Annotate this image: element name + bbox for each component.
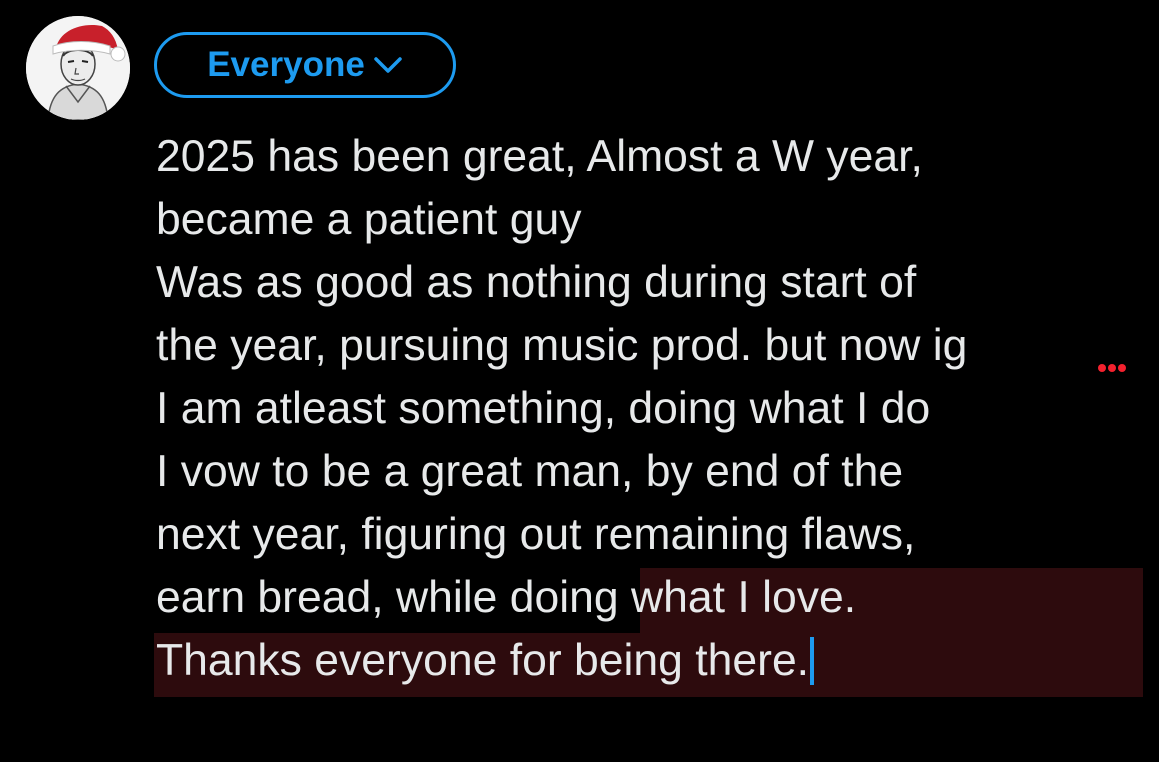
composer-line: I am atleast something, doing what I do [156,384,931,433]
spellcheck-marker[interactable] [1098,364,1126,372]
composer-line: Was as good as nothing during start of [156,258,917,307]
composer-line: Thanks everyone for being there. [156,636,810,685]
user-avatar[interactable] [26,16,130,120]
chevron-down-icon [374,57,402,73]
santa-hat-sketch-avatar-icon [26,16,130,120]
composer-line: next year, figuring out remaining flaws, [156,510,916,559]
composer-line: earn bread, while doing what I love. [156,573,857,622]
spellcheck-dot [1118,364,1126,372]
spellcheck-dot [1108,364,1116,372]
composer-line: I vow to be a great man, by end of the [156,447,904,496]
composer-line: 2025 has been great, Almost a W year, [156,132,923,181]
composer-line: the year, pursuing music prod. but now i… [156,321,968,370]
audience-selector-button[interactable]: Everyone [154,32,456,98]
composer-line-last: Thanks everyone for being there. [156,636,815,686]
audience-label: Everyone [207,45,365,84]
spellcheck-dot [1098,364,1106,372]
composer-line: became a patient guy [156,195,582,244]
text-cursor [810,637,815,685]
